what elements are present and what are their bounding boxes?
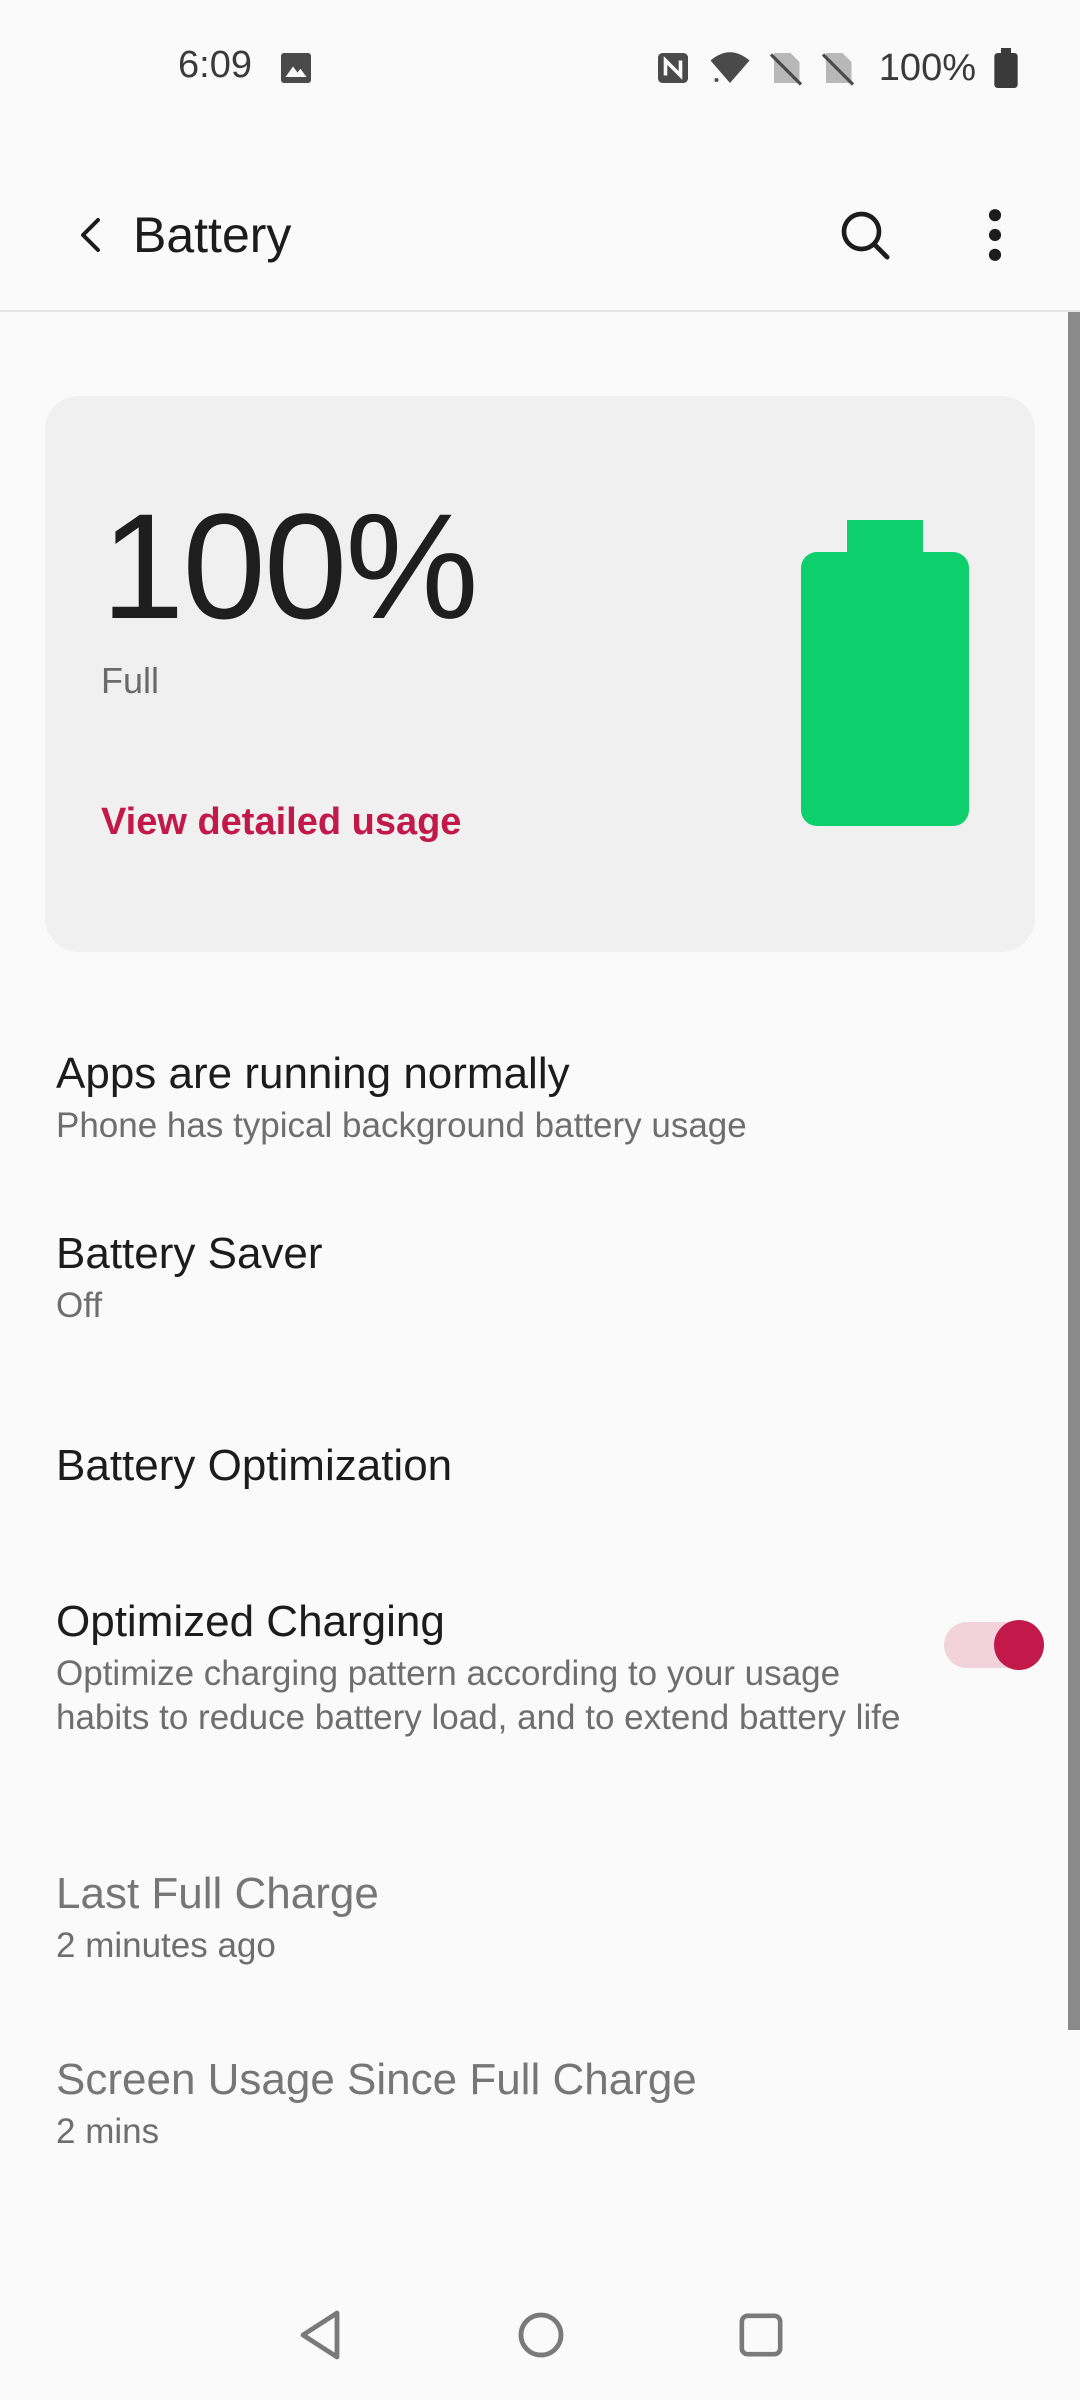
apps-running-title: Apps are running normally (56, 1049, 570, 1098)
page-title: Battery (133, 207, 292, 263)
no-sim-icon (821, 53, 854, 86)
optimized-charging-item[interactable]: Optimized Charging Optimize charging pat… (56, 1594, 916, 1740)
battery-saver-item[interactable]: Battery Saver Off (56, 1226, 956, 1328)
battery-card: 100% Full View detailed usage (45, 396, 1035, 952)
navigation-bar (0, 2280, 1080, 2390)
battery-level-icon (801, 520, 969, 826)
status-battery-percent: 100% (878, 46, 976, 89)
screen-usage-title: Screen Usage Since Full Charge (56, 2055, 697, 2104)
nfc-icon (657, 53, 688, 83)
nav-home-icon (518, 2312, 564, 2358)
status-icons: 100% (655, 44, 1018, 92)
last-full-charge-item: Last Full Charge 2 minutes ago (56, 1866, 956, 1968)
nav-back-button[interactable] (286, 2300, 356, 2370)
battery-percent: 100% (101, 482, 479, 650)
gallery-icon (281, 53, 311, 83)
nav-back-icon (300, 2310, 340, 2360)
more-options-button[interactable] (950, 190, 1040, 280)
back-arrow-icon (81, 218, 100, 252)
battery-icon (994, 48, 1018, 88)
optimized-charging-toggle[interactable] (944, 1618, 1044, 1670)
no-sim-icon (769, 53, 802, 86)
battery-saver-title: Battery Saver (56, 1229, 323, 1278)
battery-optimization-item[interactable]: Battery Optimization (56, 1438, 956, 1494)
battery-optimization-title: Battery Optimization (56, 1441, 453, 1490)
wifi-icon (710, 52, 750, 83)
last-full-charge-title: Last Full Charge (56, 1869, 379, 1918)
battery-saver-status: Off (56, 1286, 103, 1325)
apps-running-item[interactable]: Apps are running normally Phone has typi… (56, 1046, 956, 1148)
apps-running-subtitle: Phone has typical background battery usa… (56, 1106, 747, 1145)
search-icon (841, 211, 890, 260)
screen-usage-value: 2 mins (56, 2112, 160, 2151)
nav-recents-icon (739, 2313, 783, 2357)
toggle-thumb (994, 1620, 1044, 1670)
status-time: 6:09 (178, 44, 252, 86)
screen-usage-item: Screen Usage Since Full Charge 2 mins (56, 2052, 956, 2154)
battery-status: Full (101, 660, 160, 701)
nav-recents-button[interactable] (726, 2300, 796, 2370)
optimized-charging-description: Optimize charging pattern according to y… (56, 1654, 901, 1737)
optimized-charging-title: Optimized Charging (56, 1597, 445, 1646)
nav-home-button[interactable] (506, 2300, 576, 2370)
more-vert-icon (988, 209, 1002, 261)
scrollbar[interactable] (1068, 312, 1080, 2030)
back-button[interactable] (48, 190, 138, 280)
toolbar: Battery (0, 160, 1080, 312)
search-button[interactable] (820, 190, 910, 280)
last-full-charge-value: 2 minutes ago (56, 1926, 276, 1965)
status-bar: 6:09 100% (0, 0, 1080, 135)
view-detailed-usage-link[interactable]: View detailed usage (101, 801, 461, 844)
